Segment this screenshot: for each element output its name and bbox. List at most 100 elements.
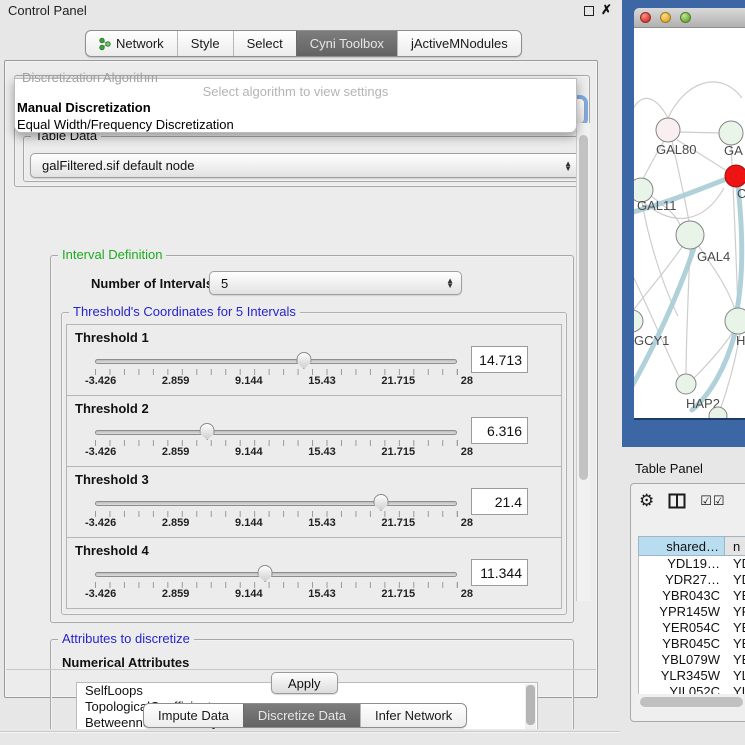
slider-track[interactable] <box>95 430 457 435</box>
table-panel: ⚙ ☑☑ shared… n YDL19…YDL1YDR27…YDR2YBR04… <box>630 483 745 722</box>
cell-shared-name: YIL052C <box>639 684 725 694</box>
number-of-intervals-combobox[interactable]: 5 ▲▼ <box>209 271 462 295</box>
close-traffic-light-icon[interactable] <box>640 12 651 23</box>
gear-icon[interactable]: ⚙ <box>639 492 654 510</box>
cell-name: YDR2 <box>725 572 745 588</box>
divider <box>0 732 620 733</box>
tab-label: Style <box>191 36 220 51</box>
apply-button[interactable]: Apply <box>271 672 338 694</box>
tick-label: 21.715 <box>381 446 415 458</box>
network-view-canvas[interactable]: GAL80GACGAL11GAL4GCY1HHAP2 <box>634 28 745 418</box>
table-row[interactable]: YPR145WYPR1 <box>639 604 745 620</box>
network-node-h[interactable] <box>725 308 745 334</box>
slider-track[interactable] <box>95 501 457 506</box>
threshold-slider[interactable] <box>95 571 457 579</box>
cell-name: YDL1 <box>725 556 745 572</box>
bottom-tab-bar: Impute Data Discretize Data Infer Networ… <box>143 703 467 728</box>
table-row[interactable]: YIL052CYIL0 <box>639 684 745 694</box>
table-hscrollbar[interactable] <box>638 696 745 708</box>
network-node-hap2[interactable] <box>676 374 696 394</box>
tick-label: -3.426 <box>85 517 116 529</box>
algorithm-item-equal-width[interactable]: Equal Width/Frequency Discretization <box>17 117 234 132</box>
tick-label: 15.43 <box>308 375 336 387</box>
algorithm-item-manual[interactable]: Manual Discretization <box>17 100 151 115</box>
network-node-ga[interactable] <box>719 121 743 145</box>
table-row[interactable]: YDL19…YDL1 <box>639 556 745 572</box>
tab-network[interactable]: Network <box>86 31 177 56</box>
network-node-gcy1[interactable] <box>634 310 643 332</box>
threshold-label: Threshold 4 <box>75 543 149 558</box>
cell-name: YLR3 <box>725 668 745 684</box>
panel-scrollbar[interactable] <box>576 123 590 601</box>
table-row[interactable]: YDR27…YDR2 <box>639 572 745 588</box>
checkbox-icons[interactable]: ☑☑ <box>700 493 725 509</box>
slider-tick-labels: -3.4262.8599.14415.4321.71528 <box>85 375 473 387</box>
table-data-combobox[interactable]: galFiltered.sif default node ▲▼ <box>30 153 580 178</box>
algorithm-prompt-item: Select algorithm to view settings <box>15 84 576 99</box>
tab-label: Network <box>116 36 164 51</box>
cell-shared-name: YBL079W <box>639 652 725 668</box>
table-panel-title: Table Panel <box>635 461 703 476</box>
interval-definition-title: Interval Definition <box>58 247 166 262</box>
slider-track[interactable] <box>95 359 457 364</box>
threshold-slider[interactable] <box>95 500 457 508</box>
threshold-value-field[interactable]: 21.4 <box>471 488 528 515</box>
table-row[interactable]: YBR043CYBR0 <box>639 588 745 604</box>
minimize-traffic-light-icon[interactable] <box>660 12 671 23</box>
slider-track[interactable] <box>95 572 457 577</box>
tab-impute-data[interactable]: Impute Data <box>144 704 243 727</box>
tick-label: 9.144 <box>235 375 263 387</box>
network-node-gal80[interactable] <box>656 118 680 142</box>
tab-infer-network[interactable]: Infer Network <box>360 704 466 727</box>
zoom-traffic-light-icon[interactable] <box>680 12 691 23</box>
top-tab-bar: Network Style Select Cyni Toolbox jActiv… <box>85 30 522 57</box>
tick-label: 15.43 <box>308 517 336 529</box>
tab-jactivemnodules[interactable]: jActiveMNodules <box>397 31 521 56</box>
tick-label: 15.43 <box>308 588 336 600</box>
scroll-viewport: Interval Definition Number of Intervals … <box>10 189 602 729</box>
cell-shared-name: YLR345W <box>639 668 725 684</box>
slider-thumb[interactable] <box>258 565 273 582</box>
window-frame-edge <box>634 418 745 420</box>
node-label: C <box>737 186 745 201</box>
threshold-slider[interactable] <box>95 358 457 366</box>
network-node-gal4[interactable] <box>676 221 704 249</box>
threshold-value-field[interactable]: 14.713 <box>471 346 528 373</box>
node-label: H <box>736 333 745 348</box>
slider-thumb[interactable] <box>200 423 215 440</box>
table-header: shared… n <box>638 536 745 556</box>
column-header-name[interactable]: n <box>725 537 745 555</box>
table-row[interactable]: YLR345WYLR3 <box>639 668 745 684</box>
tab-cyni-toolbox[interactable]: Cyni Toolbox <box>296 31 397 56</box>
tick-label: 2.859 <box>162 588 190 600</box>
network-graph[interactable]: GAL80GACGAL11GAL4GCY1HHAP2 <box>634 28 745 418</box>
tab-discretize-data[interactable]: Discretize Data <box>243 704 360 727</box>
network-window-titlebar[interactable] <box>634 8 745 28</box>
slider-thumb[interactable] <box>296 352 311 369</box>
tab-select[interactable]: Select <box>233 31 296 56</box>
threshold-value-field[interactable]: 6.316 <box>471 417 528 444</box>
threshold-slider[interactable] <box>95 429 457 437</box>
tick-label: 2.859 <box>162 517 190 529</box>
attributes-group-title: Attributes to discretize <box>58 631 194 646</box>
slider-tick-labels: -3.4262.8599.14415.4321.71528 <box>85 588 473 600</box>
threshold-panel: Threshold 4 -3.4262.8599.14415.4321.7152… <box>66 537 562 609</box>
cell-name: YBL0 <box>725 652 745 668</box>
cell-name: YIL0 <box>725 684 745 694</box>
close-icon[interactable]: ✗ <box>601 2 612 18</box>
attributes-list-scrollbar[interactable] <box>525 684 536 729</box>
threshold-value-field[interactable]: 11.344 <box>471 559 528 586</box>
slider-thumb[interactable] <box>373 494 388 511</box>
table-row[interactable]: YBR045CYBR0 <box>639 636 745 652</box>
tick-label: -3.426 <box>85 375 116 387</box>
split-columns-icon[interactable] <box>668 493 686 509</box>
float-window-icon[interactable] <box>584 6 594 16</box>
tick-label: -3.426 <box>85 446 116 458</box>
network-node-c[interactable] <box>725 165 745 187</box>
tab-style[interactable]: Style <box>177 31 233 56</box>
cyni-toolbox-panel: ▲▼ Table Data galFiltered.sif default no… <box>4 60 598 698</box>
column-header-shared[interactable]: shared… <box>639 537 725 555</box>
table-row[interactable]: YBL079WYBL0 <box>639 652 745 668</box>
table-row[interactable]: YER054CYER0 <box>639 620 745 636</box>
threshold-label: Threshold 1 <box>75 330 149 345</box>
